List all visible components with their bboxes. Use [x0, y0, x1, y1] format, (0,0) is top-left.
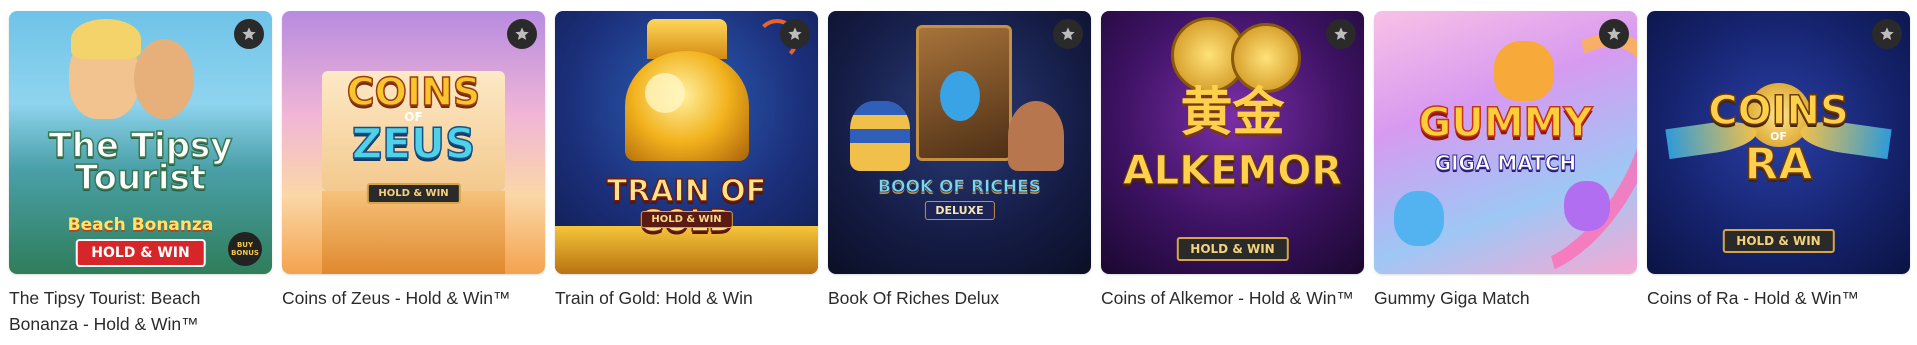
game-card[interactable]: COINS OF ZEUS HOLD & WIN Coins of Zeus -…: [282, 11, 545, 337]
favorite-button[interactable]: [1872, 19, 1902, 49]
game-logo-sub: Beach Bonanza: [67, 215, 214, 235]
buy-bonus-badge: BUY BONUS: [228, 232, 262, 266]
star-icon: [242, 27, 256, 40]
game-thumbnail[interactable]: GUMMY GIGA MATCH: [1374, 11, 1637, 274]
game-title[interactable]: Book Of Riches Delux: [828, 285, 1091, 311]
game-logo-line2: GIGA MATCH: [1434, 151, 1577, 175]
game-title[interactable]: Coins of Zeus - Hold & Win™: [282, 285, 545, 311]
star-icon: [1334, 27, 1348, 40]
star-icon: [1607, 27, 1621, 40]
game-title[interactable]: The Tipsy Tourist: Beach Bonanza - Hold …: [9, 285, 272, 337]
game-card[interactable]: TRAIN OF GOLD HOLD & WIN Train of Gold: …: [555, 11, 818, 337]
game-thumbnail[interactable]: 黄金 ALKEMOR HOLD & WIN: [1101, 11, 1364, 274]
game-card[interactable]: GUMMY GIGA MATCH Gummy Giga Match: [1374, 11, 1637, 337]
game-title[interactable]: Gummy Giga Match: [1374, 285, 1637, 311]
game-logo-line2: ZEUS: [351, 119, 476, 168]
game-logo-line1: TRAIN OF GOLD: [606, 174, 767, 238]
favorite-button[interactable]: [234, 19, 264, 49]
game-title[interactable]: Train of Gold: Hold & Win: [555, 285, 818, 311]
hold-and-win-badge: HOLD & WIN: [1722, 229, 1835, 253]
game-logo-line1: GUMMY: [1418, 100, 1593, 146]
game-logo-line2: RA: [1744, 139, 1813, 190]
favorite-button[interactable]: [1053, 19, 1083, 49]
game-thumbnail[interactable]: TRAIN OF GOLD HOLD & WIN: [555, 11, 818, 274]
favorite-button[interactable]: [507, 19, 537, 49]
game-thumbnail[interactable]: COINS OF RA HOLD & WIN: [1647, 11, 1910, 274]
game-logo-line1: BOOK OF RICHES: [878, 177, 1042, 197]
star-icon: [515, 27, 529, 40]
favorite-button[interactable]: [1326, 19, 1356, 49]
game-card[interactable]: The Tipsy Tourist Beach Bonanza HOLD & W…: [9, 11, 272, 337]
game-card[interactable]: BOOK OF RICHES DELUXE Book Of Riches Del…: [828, 11, 1091, 337]
star-icon: [788, 27, 802, 40]
game-logo-line2: ALKEMOR: [1122, 148, 1343, 194]
hold-and-win-badge: HOLD & WIN: [1176, 237, 1289, 261]
hold-and-win-badge: HOLD & WIN: [640, 211, 733, 228]
game-grid-row: The Tipsy Tourist Beach Bonanza HOLD & W…: [0, 0, 1917, 337]
game-thumbnail[interactable]: The Tipsy Tourist Beach Bonanza HOLD & W…: [9, 11, 272, 274]
hold-and-win-badge: HOLD & WIN: [366, 183, 461, 204]
game-logo-line1: COINS: [1707, 88, 1849, 134]
favorite-button[interactable]: [780, 19, 810, 49]
star-icon: [1880, 27, 1894, 40]
game-title[interactable]: Coins of Alkemor - Hold & Win™: [1101, 285, 1364, 311]
game-logo-line1: 黄金: [1180, 83, 1285, 143]
game-logo-line2: Tourist: [74, 158, 207, 198]
game-logo-line1: COINS: [346, 70, 481, 114]
game-title[interactable]: Coins of Ra - Hold & Win™: [1647, 285, 1910, 311]
deluxe-badge: DELUXE: [924, 201, 995, 220]
game-card[interactable]: COINS OF RA HOLD & WIN Coins of Ra - Hol…: [1647, 11, 1910, 337]
game-card[interactable]: 黄金 ALKEMOR HOLD & WIN Coins of Alkemor -…: [1101, 11, 1364, 337]
hold-and-win-badge: HOLD & WIN: [75, 239, 206, 267]
star-icon: [1061, 27, 1075, 40]
game-thumbnail[interactable]: BOOK OF RICHES DELUXE: [828, 11, 1091, 274]
favorite-button[interactable]: [1599, 19, 1629, 49]
game-thumbnail[interactable]: COINS OF ZEUS HOLD & WIN: [282, 11, 545, 274]
